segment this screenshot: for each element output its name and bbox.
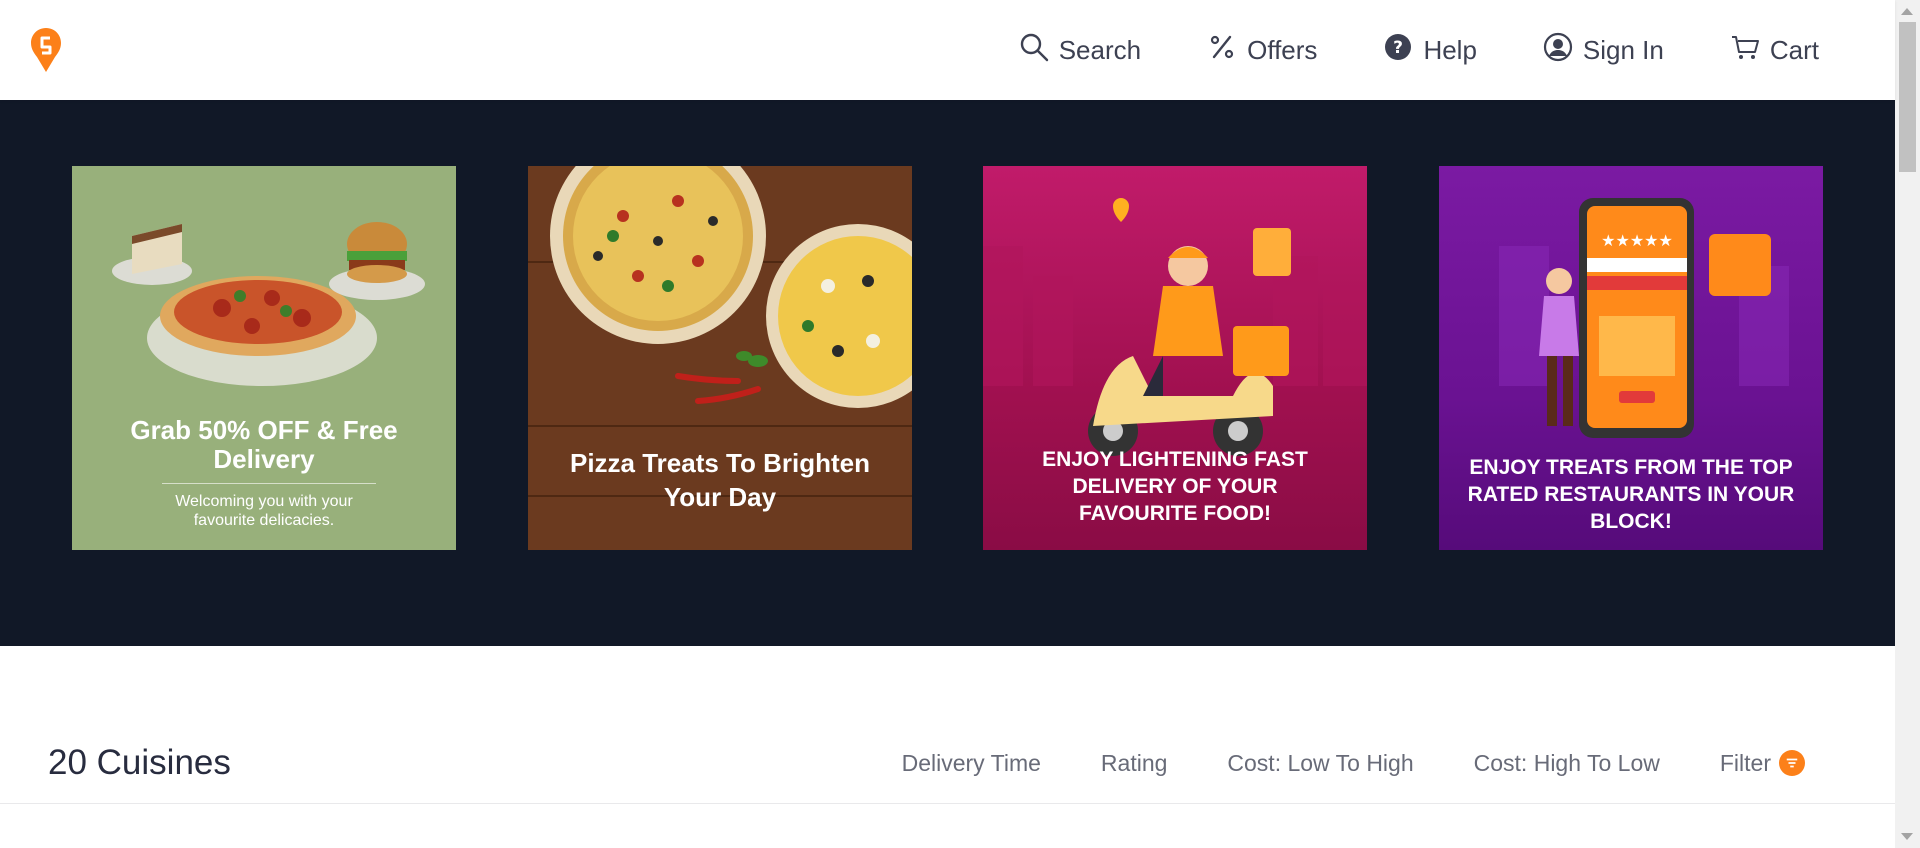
offer-card-fast-delivery[interactable]: ENJOY LIGHTENING FAST DELIVERY OF YOUR F… bbox=[983, 166, 1367, 550]
svg-text:?: ? bbox=[1394, 38, 1404, 58]
sort-options: Delivery Time Rating Cost: Low To High C… bbox=[842, 740, 1805, 786]
swiggy-logo-icon[interactable] bbox=[30, 28, 62, 72]
sort-delivery-time[interactable]: Delivery Time bbox=[902, 750, 1041, 777]
page-scrollbar[interactable] bbox=[1895, 0, 1920, 848]
listing-title: 20 Cuisines bbox=[48, 743, 231, 782]
nav-help-label: Help bbox=[1423, 34, 1477, 65]
filter-label: Filter bbox=[1719, 749, 1771, 776]
scroll-down-arrow-icon[interactable] bbox=[1901, 833, 1913, 840]
sort-cost-low-high[interactable]: Cost: Low To High bbox=[1227, 750, 1413, 777]
search-icon bbox=[1019, 32, 1049, 69]
listing-toolbar: 20 Cuisines Delivery Time Rating Cost: L… bbox=[0, 740, 1895, 804]
offer-card-title: Pizza Treats To Brighten Your Day bbox=[569, 448, 870, 512]
filter-icon bbox=[1779, 750, 1805, 776]
nav-cart-label: Cart bbox=[1769, 34, 1819, 65]
nav-search[interactable]: Search bbox=[1019, 32, 1141, 69]
divider bbox=[162, 483, 376, 484]
offer-card-title: Grab 50% OFF & Free Delivery bbox=[130, 415, 398, 474]
sort-cost-high-low[interactable]: Cost: High To Low bbox=[1474, 750, 1660, 777]
nav-sign-in-label: Sign In bbox=[1582, 34, 1664, 65]
nav-sign-in[interactable]: Sign In bbox=[1543, 32, 1664, 69]
offer-card-pizza[interactable]: Pizza Treats To Brighten Your Day bbox=[528, 166, 912, 550]
filter-button[interactable]: Filter bbox=[1720, 750, 1805, 777]
offers-banner: Grab 50% OFF & Free Delivery Welcoming y… bbox=[0, 100, 1895, 646]
main-nav: Search Offers ? Help Sign In Cart bbox=[953, 28, 1819, 72]
offer-card-50-off[interactable]: Grab 50% OFF & Free Delivery Welcoming y… bbox=[72, 166, 456, 550]
offer-card-subtitle: Welcoming you with your favourite delica… bbox=[175, 493, 353, 529]
offer-card-title: ENJOY LIGHTENING FAST DELIVERY OF YOUR F… bbox=[1042, 448, 1308, 525]
sort-rating[interactable]: Rating bbox=[1101, 750, 1167, 777]
offer-card-title: ENJOY TREATS FROM THE TOP RATED RESTAURA… bbox=[1467, 456, 1795, 533]
user-icon bbox=[1543, 32, 1573, 69]
offer-card-top-rated[interactable]: ★★★★★ ENJOY TREATS FROM THE TOP RATED RE… bbox=[1439, 166, 1823, 550]
nav-help[interactable]: ? Help bbox=[1383, 32, 1477, 69]
nav-search-label: Search bbox=[1058, 34, 1142, 65]
site-header: Search Offers ? Help Sign In Cart bbox=[0, 0, 1895, 100]
nav-offers-label: Offers bbox=[1247, 34, 1318, 65]
nav-cart[interactable]: Cart bbox=[1730, 32, 1819, 69]
percent-icon bbox=[1207, 32, 1237, 69]
cart-icon bbox=[1730, 32, 1760, 69]
scroll-up-arrow-icon[interactable] bbox=[1901, 8, 1913, 15]
scrollbar-thumb[interactable] bbox=[1899, 22, 1916, 172]
nav-offers[interactable]: Offers bbox=[1207, 32, 1317, 69]
svg-text:★★★★★: ★★★★★ bbox=[1601, 231, 1673, 250]
help-icon: ? bbox=[1383, 32, 1413, 69]
